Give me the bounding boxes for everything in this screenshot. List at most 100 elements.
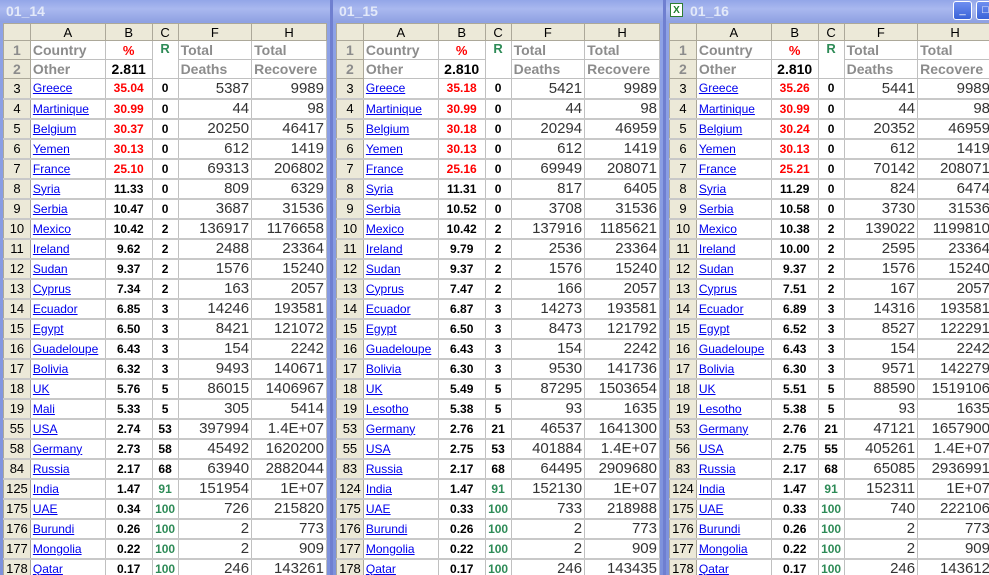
- total-deaths-cell[interactable]: 20250: [177, 118, 253, 140]
- country-cell[interactable]: Serbia: [29, 198, 106, 220]
- column-header[interactable]: B: [104, 23, 153, 41]
- country-link[interactable]: Lesotho: [699, 402, 742, 416]
- rank-cell[interactable]: 2: [484, 238, 512, 260]
- rank-cell[interactable]: 0: [817, 158, 845, 180]
- percent-cell[interactable]: 2.75: [437, 438, 486, 460]
- country-cell[interactable]: Egypt: [29, 318, 106, 340]
- country-link[interactable]: Guadeloupe: [366, 342, 431, 356]
- total-recovered-cell[interactable]: 222106: [917, 498, 989, 520]
- country-link[interactable]: India: [33, 482, 59, 496]
- total-recovered-cell[interactable]: 98: [917, 98, 989, 120]
- country-link[interactable]: Germany: [699, 422, 748, 436]
- total-recovered-cell[interactable]: 1.4E+07: [917, 438, 989, 460]
- total-recovered-cell[interactable]: 143261: [251, 558, 327, 575]
- row-header[interactable]: 11: [3, 238, 31, 260]
- percent-cell[interactable]: 10.47: [104, 198, 153, 220]
- country-cell[interactable]: Burundi: [695, 518, 772, 540]
- row-header[interactable]: 18: [669, 378, 697, 400]
- total-recovered-cell[interactable]: 46959: [584, 118, 660, 140]
- rank-cell[interactable]: 2: [817, 258, 845, 280]
- country-link[interactable]: Martinique: [699, 102, 755, 116]
- total-deaths-cell[interactable]: 2: [510, 538, 586, 560]
- row-header[interactable]: 15: [669, 318, 697, 340]
- spreadsheet-grid[interactable]: ABCFH 1 Country % R Total Total 2 Other 2.…: [3, 23, 327, 575]
- total-deaths-cell[interactable]: 8473: [510, 318, 586, 340]
- total-recovered-cell[interactable]: 2242: [917, 338, 989, 360]
- row-header[interactable]: 3: [336, 78, 364, 100]
- total-recovered-cell[interactable]: 1641300: [584, 418, 660, 440]
- percent-cell[interactable]: 10.42: [104, 218, 153, 240]
- percent-cell[interactable]: 6.43: [770, 338, 819, 360]
- country-link[interactable]: UK: [699, 382, 716, 396]
- total-deaths-cell[interactable]: 63940: [177, 458, 253, 480]
- country-cell[interactable]: UK: [695, 378, 772, 400]
- header-cell[interactable]: Country: [29, 40, 106, 60]
- country-link[interactable]: Ecuador: [366, 302, 411, 316]
- country-link[interactable]: Cyprus: [699, 282, 737, 296]
- total-recovered-cell[interactable]: 23364: [584, 238, 660, 260]
- total-deaths-cell[interactable]: 44: [177, 98, 253, 120]
- column-header[interactable]: H: [584, 23, 660, 41]
- row-header[interactable]: 12: [669, 258, 697, 280]
- select-all-corner[interactable]: [669, 23, 697, 41]
- row-header[interactable]: 175: [669, 498, 697, 520]
- total-deaths-cell[interactable]: 69313: [177, 158, 253, 180]
- total-recovered-cell[interactable]: 1419: [917, 138, 989, 160]
- country-link[interactable]: UK: [33, 382, 50, 396]
- percent-cell[interactable]: 5.33: [104, 398, 153, 420]
- country-cell[interactable]: Mongolia: [695, 538, 772, 560]
- total-recovered-cell[interactable]: 46959: [917, 118, 989, 140]
- row-header[interactable]: 177: [336, 538, 364, 560]
- total-recovered-cell[interactable]: 1419: [251, 138, 327, 160]
- row-header[interactable]: 56: [669, 438, 697, 460]
- total-recovered-cell[interactable]: 773: [251, 518, 327, 540]
- row-header[interactable]: 7: [3, 158, 31, 180]
- percent-cell[interactable]: 30.99: [437, 98, 486, 120]
- percent-cell[interactable]: 25.10: [104, 158, 153, 180]
- country-link[interactable]: Mongolia: [366, 542, 415, 556]
- total-recovered-cell[interactable]: 1657900: [917, 418, 989, 440]
- country-link[interactable]: Burundi: [366, 522, 407, 536]
- percent-cell[interactable]: 6.85: [104, 298, 153, 320]
- country-link[interactable]: Mexico: [366, 222, 404, 236]
- row-header[interactable]: 14: [336, 298, 364, 320]
- rank-cell[interactable]: 21: [484, 418, 512, 440]
- country-link[interactable]: USA: [699, 442, 724, 456]
- total-deaths-cell[interactable]: 305: [177, 398, 253, 420]
- total-deaths-cell[interactable]: 3708: [510, 198, 586, 220]
- country-link[interactable]: Greece: [366, 81, 405, 95]
- percent-cell[interactable]: 7.34: [104, 278, 153, 300]
- row-header[interactable]: 9: [336, 198, 364, 220]
- percent-cell[interactable]: 6.43: [104, 338, 153, 360]
- total-deaths-cell[interactable]: 163: [177, 278, 253, 300]
- total-deaths-cell[interactable]: 152311: [843, 478, 919, 500]
- percent-cell[interactable]: 30.18: [437, 118, 486, 140]
- row-header[interactable]: 2: [336, 59, 364, 79]
- row-header[interactable]: 5: [3, 118, 31, 140]
- row-header[interactable]: 55: [3, 418, 31, 440]
- row-header[interactable]: 13: [336, 278, 364, 300]
- country-link[interactable]: Guadeloupe: [699, 342, 764, 356]
- country-link[interactable]: Ireland: [33, 242, 70, 256]
- row-header[interactable]: 84: [3, 458, 31, 480]
- country-link[interactable]: Sudan: [366, 262, 401, 276]
- country-cell[interactable]: Belgium: [695, 118, 772, 140]
- rank-cell[interactable]: 0: [151, 198, 179, 220]
- row-header[interactable]: 7: [336, 158, 364, 180]
- total-deaths-cell[interactable]: 154: [177, 338, 253, 360]
- total-recovered-cell[interactable]: 773: [917, 518, 989, 540]
- rank-cell[interactable]: 100: [151, 538, 179, 560]
- header-cell[interactable]: R: [484, 40, 512, 79]
- average-cell[interactable]: 2.811: [104, 59, 153, 79]
- row-header[interactable]: 4: [336, 98, 364, 120]
- country-cell[interactable]: Serbia: [362, 198, 439, 220]
- total-recovered-cell[interactable]: 2057: [584, 278, 660, 300]
- row-header[interactable]: 2: [669, 59, 697, 79]
- row-header[interactable]: 8: [669, 178, 697, 200]
- rank-cell[interactable]: 0: [484, 98, 512, 120]
- percent-cell[interactable]: 0.22: [437, 538, 486, 560]
- rank-cell[interactable]: 55: [817, 438, 845, 460]
- rank-cell[interactable]: 58: [151, 438, 179, 460]
- rank-cell[interactable]: 3: [151, 318, 179, 340]
- country-link[interactable]: Ecuador: [33, 302, 78, 316]
